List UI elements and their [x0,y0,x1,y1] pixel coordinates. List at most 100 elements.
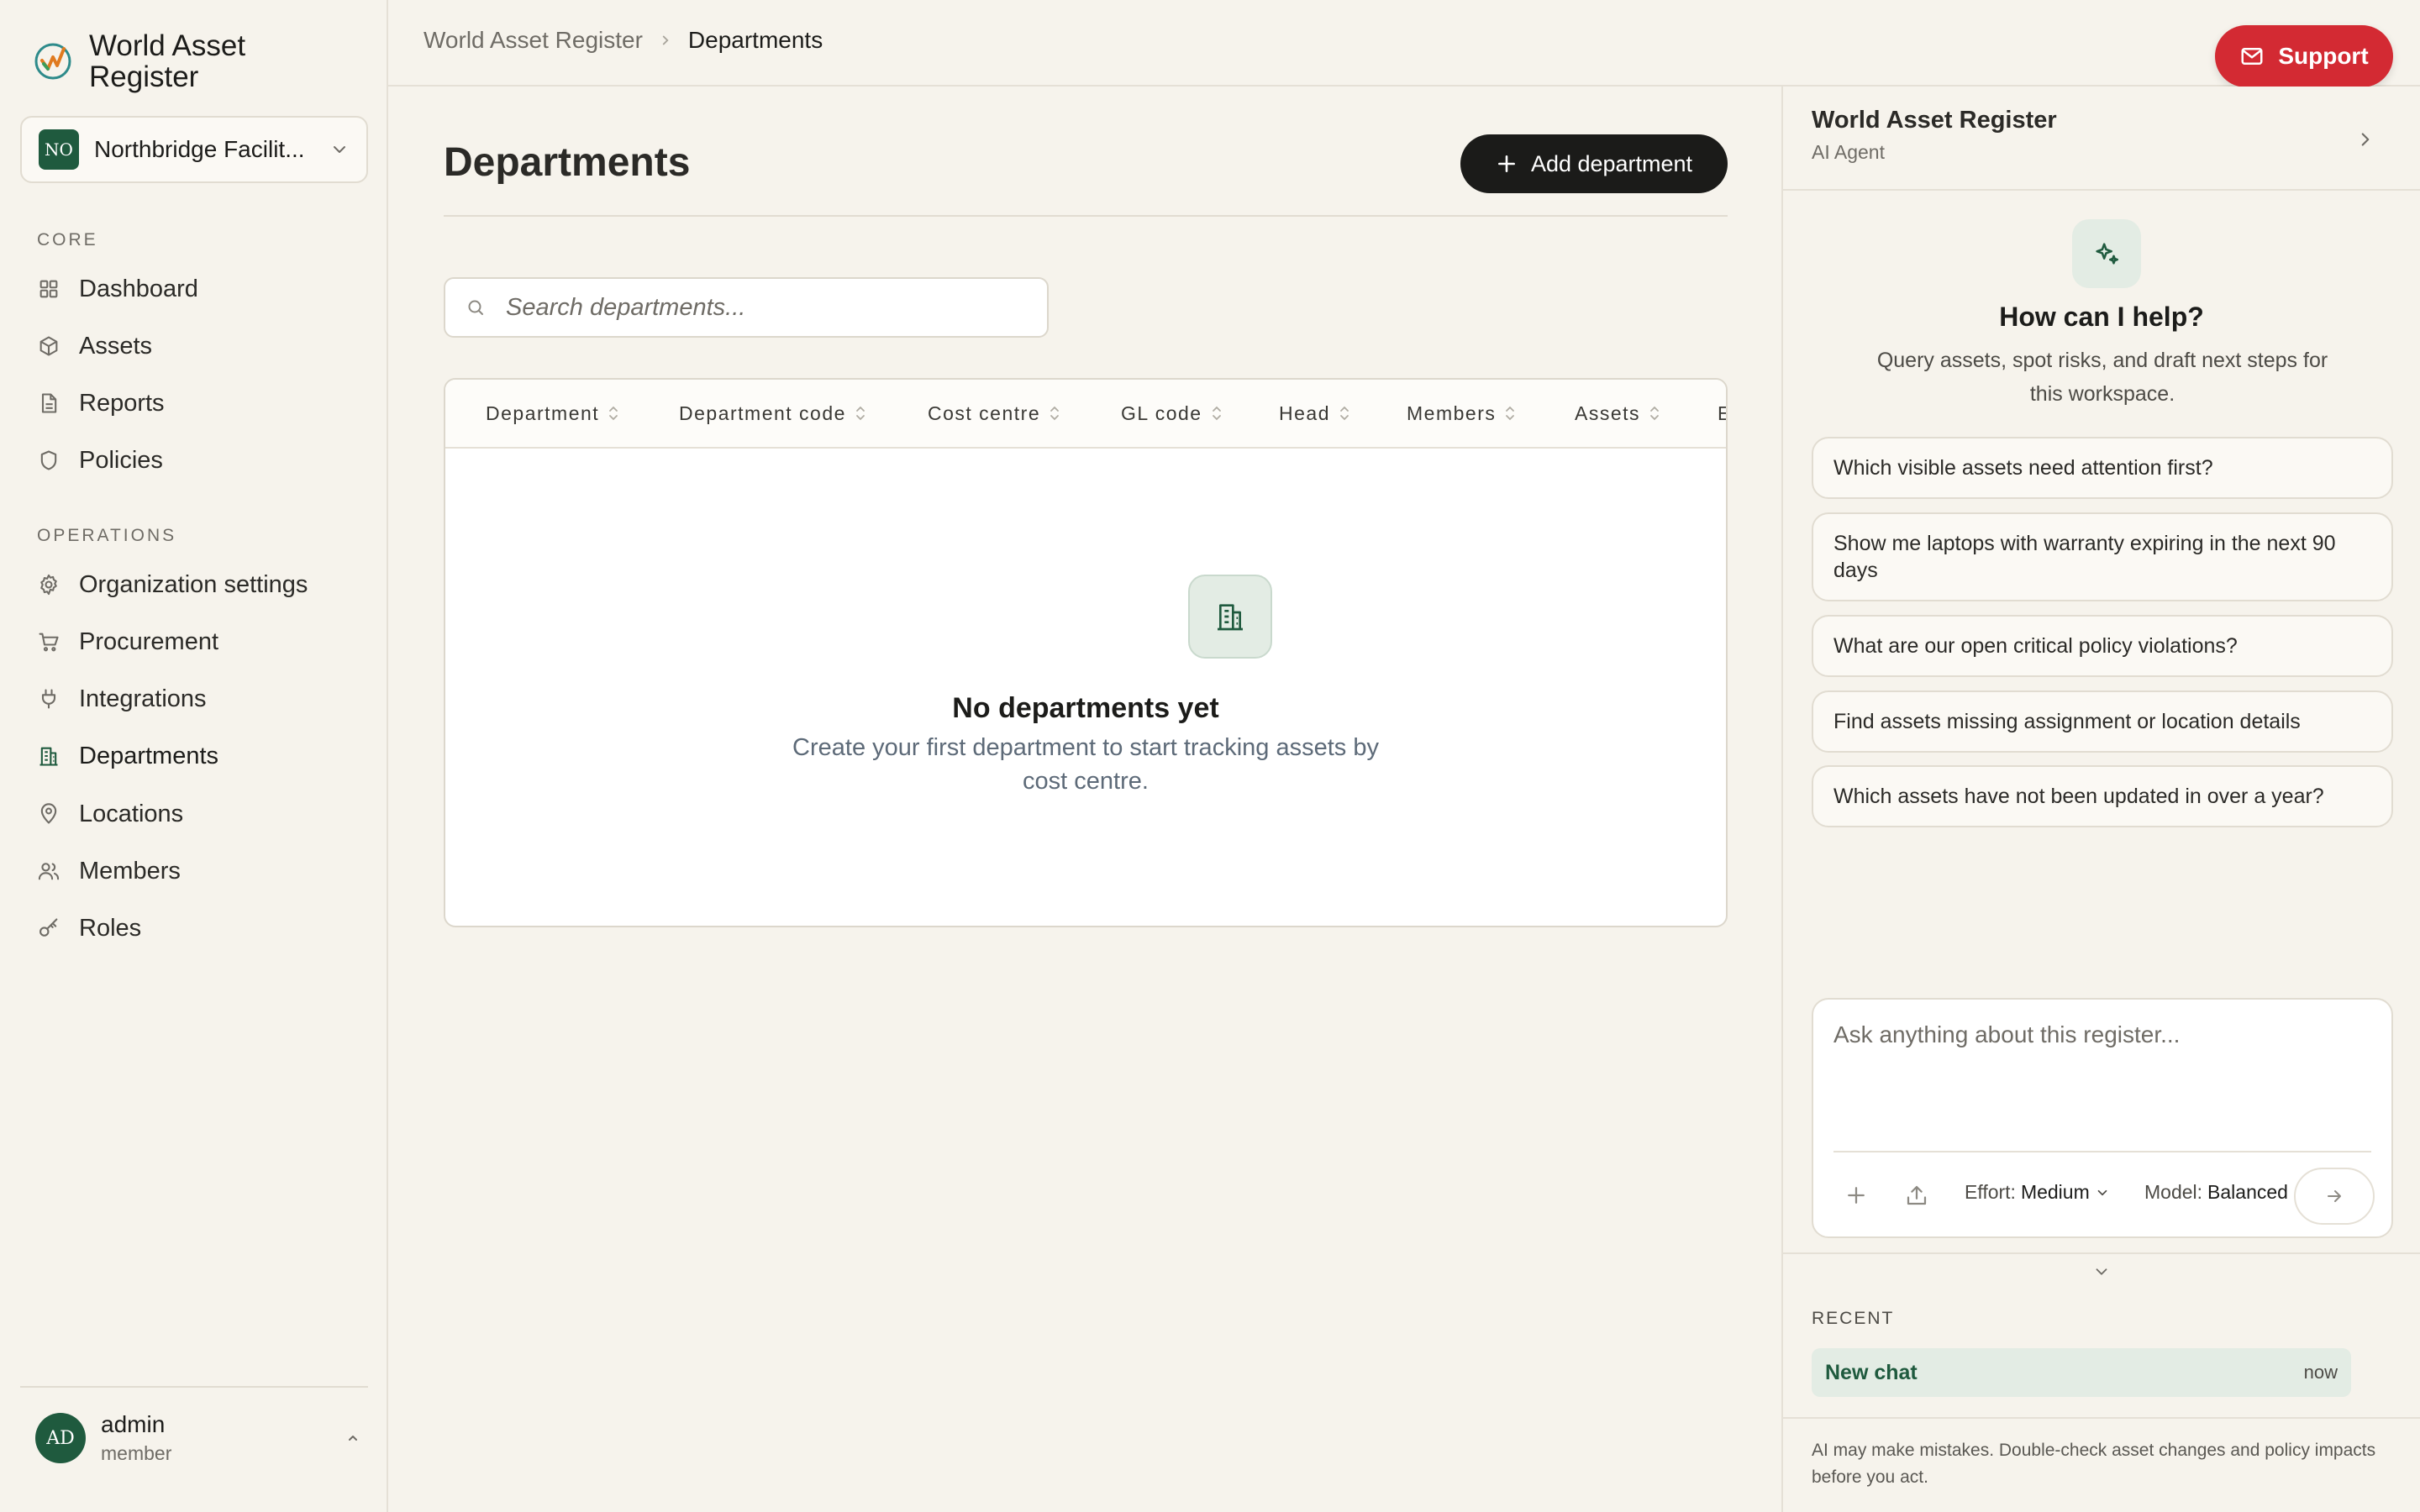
column-header-label: Cost centre [928,402,1041,424]
search-box [444,277,1049,338]
dashboard-icon [39,280,58,298]
brand-logo-icon [34,43,71,80]
sidebar-item-departments[interactable]: Departments [37,738,356,774]
org-switcher[interactable]: NO Northbridge Facilit... [20,116,368,183]
chat-input[interactable] [1833,1021,2371,1122]
building-icon [1218,604,1243,631]
sidebar-item-organization-settings[interactable]: Organization settings [37,566,356,603]
ai-section-divider [1783,1252,2420,1254]
sidebar-item-label: Departments [79,742,219,769]
gear-icon [40,574,57,596]
sidebar-item-dashboard[interactable]: Dashboard [37,270,356,307]
sidebar-divider [20,1386,368,1388]
sidebar-item-locations[interactable]: Locations [37,795,356,832]
plug-icon [41,689,56,709]
search-input[interactable] [506,293,1010,322]
column-header-label: Members [1407,402,1497,424]
departments-table: Department Department code Cost centre G… [444,378,1728,927]
column-header-truncated[interactable]: E [1718,380,1726,447]
model-label: Model: [2144,1181,2203,1203]
ai-header-divider [1783,189,2420,191]
user-role: member [101,1442,172,1464]
plus-icon [1497,155,1515,172]
nav-section-operations: OPERATIONS [37,526,177,545]
column-header-cost-centre[interactable]: Cost centre [928,380,1060,447]
column-header-label: Head [1279,402,1330,424]
sort-icon [1050,406,1060,421]
key-icon [39,918,58,937]
effort-label: Effort: [1965,1181,2016,1203]
ai-panel-subtitle: AI Agent [1812,141,1885,163]
sidebar-item-members[interactable]: Members [37,853,356,890]
chevron-up-icon [349,1436,357,1441]
column-header-label: E [1718,402,1726,425]
sort-icon [1340,406,1349,421]
ai-help-title: How can I help? [1999,302,2204,332]
ai-disclaimer: AI may make mistakes. Double-check asset… [1812,1441,2376,1487]
effort-select[interactable]: Effort: Medium [1965,1181,2110,1204]
user-menu[interactable]: AD admin member [35,1410,363,1467]
ai-footer-divider [1783,1417,2420,1419]
model-select[interactable]: Model: Balanced [2144,1181,2308,1204]
effort-value: Medium [2020,1181,2090,1203]
chevron-down-icon[interactable] [2092,1263,2111,1281]
sidebar-item-label: Policies [79,446,163,474]
map-pin-icon [40,803,57,824]
search-icon [468,300,483,315]
ai-panel-header: World Asset Register AI Agent [1812,107,2057,164]
empty-state-icon [1188,575,1272,659]
document-icon [41,393,57,413]
sidebar: World Asset Register NO Northbridge Faci… [0,0,388,1512]
sort-icon [1650,406,1659,421]
ai-panel: World Asset Register AI Agent How can I … [1781,87,2420,1512]
suggestion-chip[interactable]: Which visible assets need attention firs… [1812,437,2393,499]
column-header-label: GL code [1121,402,1202,424]
ai-sparkle-badge [2072,219,2141,288]
ai-help-description: Query assets, spot risks, and draft next… [1876,349,2328,406]
recent-chat-title: New chat [1825,1360,1918,1384]
column-header-members[interactable]: Members [1407,380,1516,447]
page-title: Departments [444,140,691,185]
sidebar-item-label: Reports [79,389,165,417]
composer-divider [1833,1151,2371,1152]
sidebar-item-integrations[interactable]: Integrations [37,680,356,717]
table-header: Department Department code Cost centre G… [445,380,1726,449]
column-header-department-code[interactable]: Department code [679,380,866,447]
top-bar: World Asset Register Departments Support [388,0,2420,87]
recent-chat-time: now [2303,1362,2338,1383]
chevron-down-icon [334,146,345,153]
brand[interactable]: World Asset Register [32,30,282,92]
plus-icon[interactable] [1844,1183,1869,1208]
recent-chat-item[interactable]: New chat now [1812,1348,2351,1397]
sidebar-item-procurement[interactable]: Procurement [37,623,356,660]
column-header-head[interactable]: Head [1279,380,1350,447]
breadcrumb-item-home[interactable]: World Asset Register [424,27,643,54]
support-button[interactable]: Support [2215,25,2393,87]
suggestion-chip[interactable]: Which assets have not been updated in ov… [1812,765,2393,827]
sidebar-item-reports[interactable]: Reports [37,385,356,422]
sidebar-item-assets[interactable]: Assets [37,328,356,365]
sidebar-item-label: Dashboard [79,275,198,302]
org-name: Northbridge Facilit... [94,136,305,162]
suggestion-chip[interactable]: Find assets missing assignment or locati… [1812,690,2393,753]
column-header-assets[interactable]: Assets [1575,380,1660,447]
avatar: AD [35,1413,86,1463]
column-header-label: Department code [679,402,846,424]
sidebar-item-policies[interactable]: Policies [37,442,356,479]
column-header-department[interactable]: Department [486,380,619,447]
suggestion-chip[interactable]: Show me laptops with warranty expiring i… [1812,512,2393,601]
sidebar-item-roles[interactable]: Roles [37,910,356,947]
breadcrumb-item-current: Departments [687,27,823,53]
support-label: Support [2278,43,2369,69]
column-header-gl-code[interactable]: GL code [1121,380,1223,447]
sparkle-icon [2096,243,2119,265]
sidebar-item-label: Locations [79,800,184,827]
brand-name: World Asset Register [89,29,246,93]
add-department-button[interactable]: Add department [1460,134,1728,193]
sort-icon [1506,406,1515,421]
suggestion-chip[interactable]: What are our open critical policy violat… [1812,615,2393,677]
breadcrumb: World Asset Register Departments [424,27,823,54]
chevron-right-icon[interactable] [2354,129,2376,150]
send-button[interactable] [2294,1168,2375,1225]
upload-icon[interactable] [1904,1183,1929,1208]
